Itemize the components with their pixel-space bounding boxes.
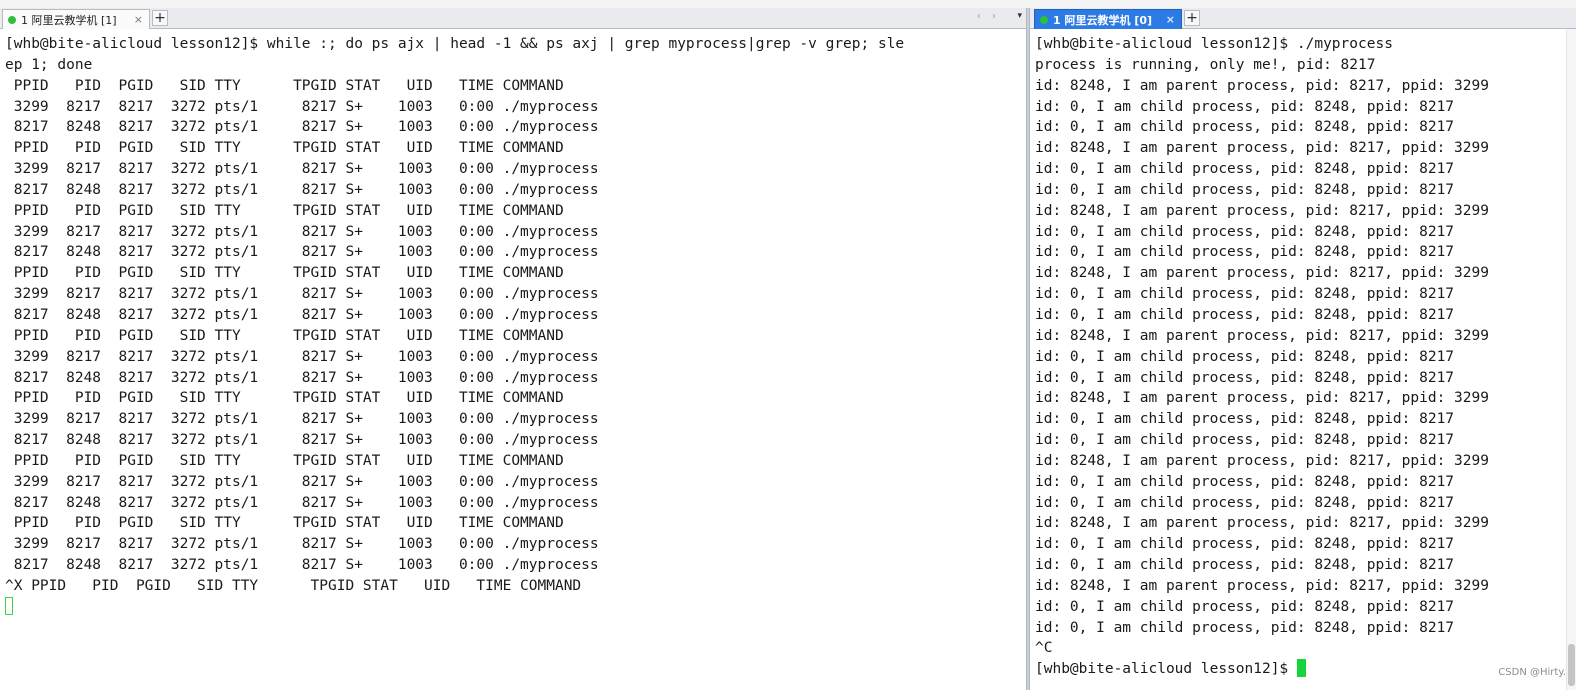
terminal-line: id: 0, I am child process, pid: 8248, pp… [1035, 557, 1455, 574]
terminal-line: id: 0, I am child process, pid: 8248, pp… [1035, 98, 1455, 115]
terminal-line: PPID PID PGID SID TTY TPGID STAT UID TIM… [5, 265, 564, 282]
shell-prompt: [whb@bite-alicloud lesson12]$ [1035, 661, 1297, 678]
terminal-line: id: 0, I am child process, pid: 8248, pp… [1035, 536, 1455, 553]
right-terminal-pane: 1 阿里云教学机 [0] × + [whb@bite-alicloud less… [1030, 8, 1576, 690]
terminal-line: id: 0, I am child process, pid: 8248, pp… [1035, 473, 1455, 490]
terminal-line: id: 8248, I am parent process, pid: 8217… [1035, 515, 1489, 532]
terminal-line: id: 0, I am child process, pid: 8248, pp… [1035, 181, 1455, 198]
terminal-line: 3299 8217 8217 3272 pts/1 8217 S+ 1003 0… [5, 223, 599, 240]
terminal-line: id: 0, I am child process, pid: 8248, pp… [1035, 369, 1455, 386]
new-tab-button[interactable]: + [152, 10, 168, 26]
terminal-line: ^X PPID PID PGID SID TTY TPGID STAT UID … [5, 577, 582, 594]
left-tab-bar: 1 阿里云教学机 [1] × + ‹ › ▾ [0, 8, 1026, 29]
terminal-line: 3299 8217 8217 3272 pts/1 8217 S+ 1003 0… [5, 348, 599, 365]
terminal-line: id: 8248, I am parent process, pid: 8217… [1035, 452, 1489, 469]
terminal-line: id: 0, I am child process, pid: 8248, pp… [1035, 348, 1455, 365]
terminal-line: 8217 8248 8217 3272 pts/1 8217 S+ 1003 0… [5, 369, 599, 386]
tab-session-0[interactable]: 1 阿里云教学机 [0] × [1034, 9, 1182, 29]
terminal-line: ^C [1035, 640, 1053, 657]
terminal-line: id: 0, I am child process, pid: 8248, pp… [1035, 244, 1455, 261]
terminal-line: id: 0, I am child process, pid: 8248, pp… [1035, 411, 1455, 428]
tab-label: 1 阿里云教学机 [1] [21, 13, 117, 27]
terminal-line: id: 8248, I am parent process, pid: 8217… [1035, 202, 1489, 219]
terminal-line: 3299 8217 8217 3272 pts/1 8217 S+ 1003 0… [5, 98, 599, 115]
left-terminal-pane: 1 阿里云教学机 [1] × + ‹ › ▾ [whb@bite-aliclou… [0, 8, 1026, 690]
watermark: CSDN @Hirty. [1498, 667, 1566, 678]
terminal-line: id: 0, I am child process, pid: 8248, pp… [1035, 119, 1455, 136]
terminal-line: 8217 8248 8217 3272 pts/1 8217 S+ 1003 0… [5, 557, 599, 574]
terminal-line: id: 8248, I am parent process, pid: 8217… [1035, 265, 1489, 282]
text-cursor [1296, 659, 1306, 678]
terminal-input-line[interactable] [5, 596, 1026, 618]
text-cursor [5, 596, 13, 615]
terminal-line: 8217 8248 8217 3272 pts/1 8217 S+ 1003 0… [5, 244, 599, 261]
terminal-line: id: 0, I am child process, pid: 8248, pp… [1035, 598, 1455, 615]
terminal-line: 3299 8217 8217 3272 pts/1 8217 S+ 1003 0… [5, 286, 599, 303]
right-terminal-output[interactable]: [whb@bite-alicloud lesson12]$ ./myproces… [1030, 29, 1576, 690]
scrollbar-thumb[interactable] [1568, 644, 1575, 686]
terminal-line: PPID PID PGID SID TTY TPGID STAT UID TIM… [5, 452, 564, 469]
connected-status-icon [1040, 15, 1048, 24]
terminal-line: PPID PID PGID SID TTY TPGID STAT UID TIM… [5, 202, 564, 219]
connected-status-icon [8, 15, 16, 24]
terminal-line: PPID PID PGID SID TTY TPGID STAT UID TIM… [5, 327, 564, 344]
terminal-line: 8217 8248 8217 3272 pts/1 8217 S+ 1003 0… [5, 494, 599, 511]
terminal-line: id: 0, I am child process, pid: 8248, pp… [1035, 619, 1455, 636]
terminal-line: 8217 8248 8217 3272 pts/1 8217 S+ 1003 0… [5, 306, 599, 323]
terminal-line: PPID PID PGID SID TTY TPGID STAT UID TIM… [5, 77, 564, 94]
terminal-line: id: 8248, I am parent process, pid: 8217… [1035, 77, 1489, 94]
terminal-prompt-line[interactable]: [whb@bite-alicloud lesson12]$ [1035, 659, 1576, 680]
terminal-line: PPID PID PGID SID TTY TPGID STAT UID TIM… [5, 390, 564, 407]
terminal-line: id: 0, I am child process, pid: 8248, pp… [1035, 223, 1455, 240]
terminal-line: 8217 8248 8217 3272 pts/1 8217 S+ 1003 0… [5, 181, 599, 198]
terminal-line: 8217 8248 8217 3272 pts/1 8217 S+ 1003 0… [5, 432, 599, 449]
terminal-line: id: 8248, I am parent process, pid: 8217… [1035, 577, 1489, 594]
tab-close-icon[interactable]: × [134, 13, 143, 26]
terminal-line: 3299 8217 8217 3272 pts/1 8217 S+ 1003 0… [5, 536, 599, 553]
terminal-line: id: 0, I am child process, pid: 8248, pp… [1035, 306, 1455, 323]
tab-close-icon[interactable]: × [1166, 13, 1175, 26]
terminal-line: id: 8248, I am parent process, pid: 8217… [1035, 140, 1489, 157]
tab-list-dropdown-icon[interactable]: ▾ [1017, 11, 1022, 21]
terminal-line: id: 8248, I am parent process, pid: 8217… [1035, 390, 1489, 407]
terminal-line: id: 8248, I am parent process, pid: 8217… [1035, 327, 1489, 344]
tab-session-1[interactable]: 1 阿里云教学机 [1] × [2, 9, 150, 29]
terminal-line: PPID PID PGID SID TTY TPGID STAT UID TIM… [5, 140, 564, 157]
terminal-line: PPID PID PGID SID TTY TPGID STAT UID TIM… [5, 515, 564, 532]
terminal-line: 8217 8248 8217 3272 pts/1 8217 S+ 1003 0… [5, 119, 599, 136]
terminal-line: 3299 8217 8217 3272 pts/1 8217 S+ 1003 0… [5, 473, 599, 490]
new-tab-button[interactable]: + [1184, 10, 1200, 26]
terminal-line: id: 0, I am child process, pid: 8248, pp… [1035, 161, 1455, 178]
terminal-line: process is running, only me!, pid: 8217 [1035, 56, 1376, 73]
tab-label: 1 阿里云教学机 [0] [1053, 13, 1153, 27]
terminal-line: 3299 8217 8217 3272 pts/1 8217 S+ 1003 0… [5, 411, 599, 428]
terminal-line: id: 0, I am child process, pid: 8248, pp… [1035, 432, 1455, 449]
left-terminal-output[interactable]: [whb@bite-alicloud lesson12]$ while :; d… [0, 29, 1026, 690]
terminal-scrollbar[interactable] [1566, 29, 1576, 690]
terminal-line: id: 0, I am child process, pid: 8248, pp… [1035, 286, 1455, 303]
terminal-line: [whb@bite-alicloud lesson12]$ ./myproces… [1035, 36, 1393, 52]
terminal-line: 3299 8217 8217 3272 pts/1 8217 S+ 1003 0… [5, 161, 599, 178]
right-tab-bar: 1 阿里云教学机 [0] × + [1030, 8, 1576, 29]
terminal-line: id: 0, I am child process, pid: 8248, pp… [1035, 494, 1455, 511]
terminal-line: ep 1; done [5, 56, 93, 73]
tab-scroll-arrows-icon[interactable]: ‹ › [977, 11, 1000, 22]
terminal-line: [whb@bite-alicloud lesson12]$ while :; d… [5, 36, 905, 52]
